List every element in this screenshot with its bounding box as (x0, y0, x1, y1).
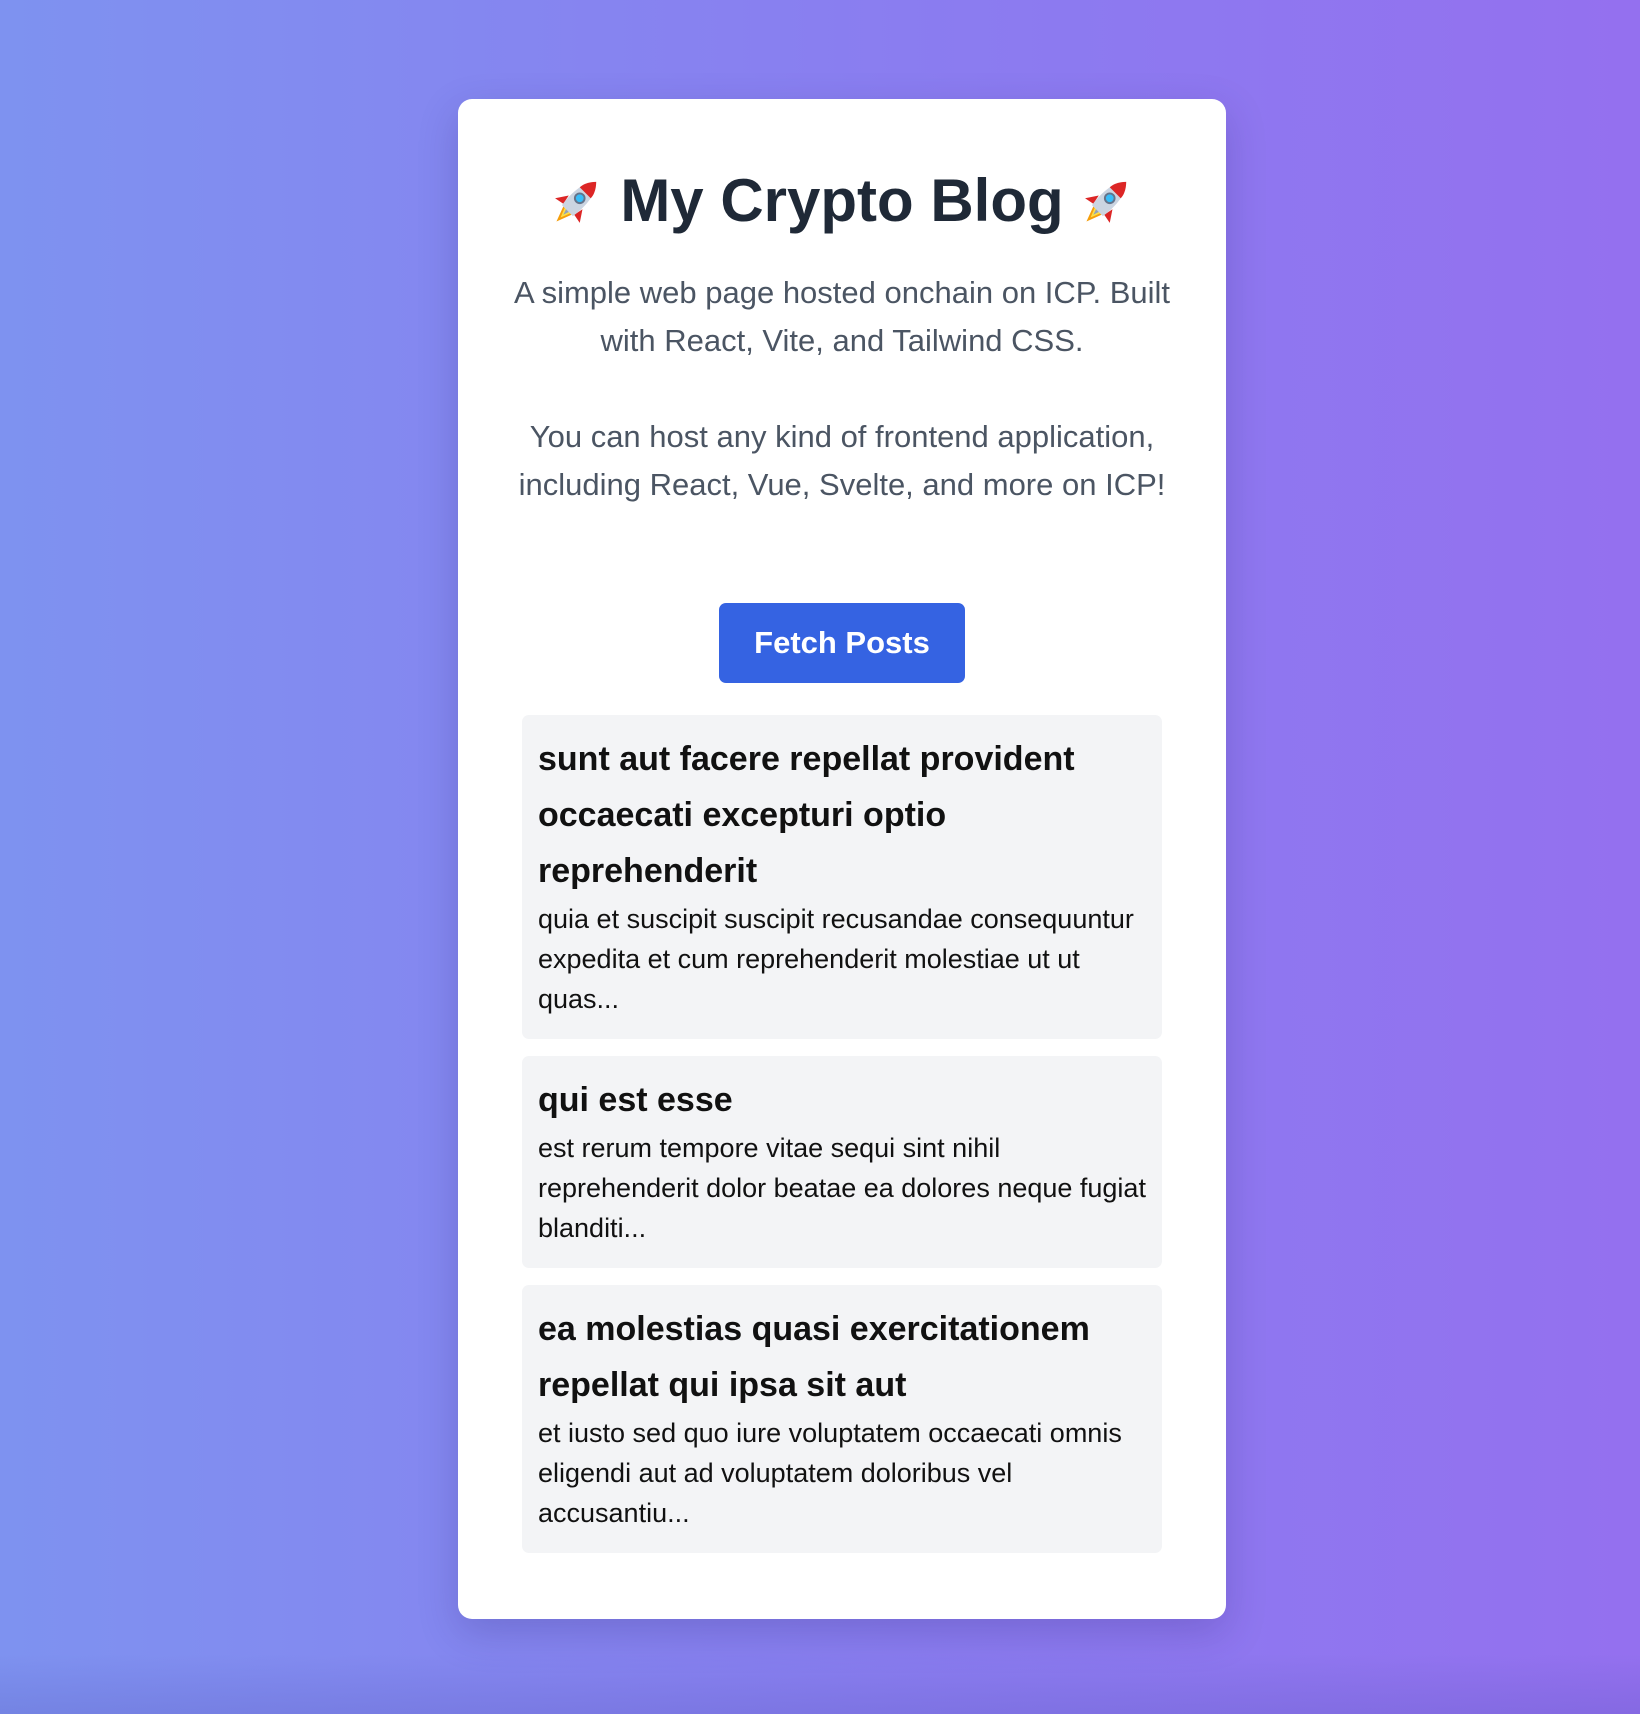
fetch-posts-button[interactable]: Fetch Posts (719, 603, 965, 683)
post-excerpt: et iusto sed quo iure voluptatem occaeca… (538, 1418, 1122, 1528)
posts-list: sunt aut facere repellat provident occae… (522, 715, 1162, 1570)
intro-text-stack: A simple web page hosted onchain on ICP.… (513, 275, 1171, 358)
intro-description: A simple web page hosted onchain on ICP.… (498, 269, 1186, 509)
post-excerpt: est rerum tempore vitae sequi sint nihil… (538, 1133, 1146, 1243)
post-title: qui est esse (538, 1081, 733, 1119)
blog-card: My Crypto Blog A simple web page hosted … (458, 99, 1226, 1619)
page-title: My Crypto Blog (458, 161, 1226, 241)
rocket-icon (1084, 181, 1126, 223)
post-title: sunt aut facere repellat provident occae… (538, 740, 1075, 890)
post-title: ea molestias quasi exercitationem repell… (538, 1310, 1090, 1404)
post-card: sunt aut facere repellat provident occae… (522, 715, 1162, 1039)
post-excerpt: quia et suscipit suscipit recusandae con… (538, 904, 1134, 1014)
intro-text-frontends: You can host any kind of frontend applic… (518, 419, 1166, 502)
page-title-text: My Crypto Blog (620, 167, 1064, 234)
rocket-icon (555, 181, 597, 223)
bottom-shade (0, 1654, 1640, 1714)
post-card: qui est esse est rerum tempore vitae seq… (522, 1056, 1162, 1268)
post-card: ea molestias quasi exercitationem repell… (522, 1285, 1162, 1553)
